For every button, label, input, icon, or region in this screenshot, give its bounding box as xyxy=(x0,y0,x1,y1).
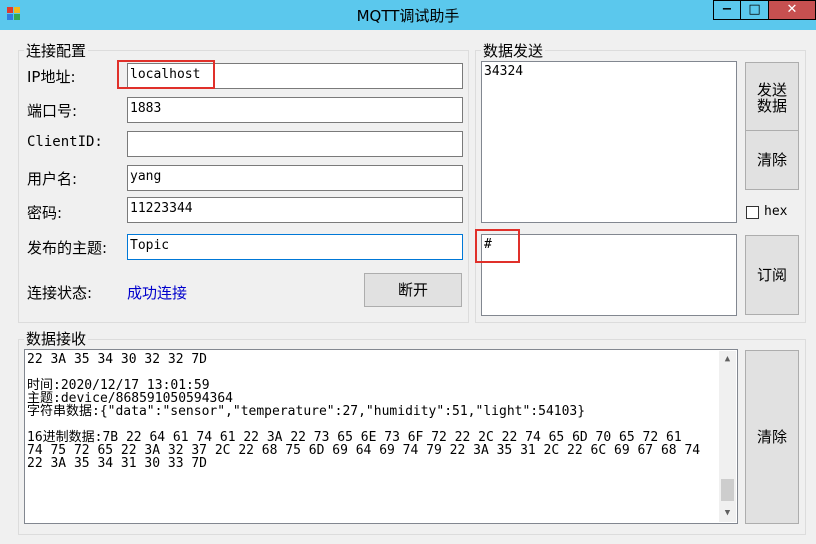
status-value: 成功连接 xyxy=(127,284,188,302)
clientid-label: ClientID: xyxy=(27,134,103,150)
topic-input[interactable]: Topic xyxy=(127,234,463,260)
scrollbar-thumb[interactable] xyxy=(721,479,734,502)
ip-highlight-box xyxy=(117,60,215,89)
receive-textarea[interactable]: 22 3A 35 34 30 32 32 7D 时间:2020/12/17 13:… xyxy=(24,349,738,524)
username-input[interactable]: yang xyxy=(127,165,463,191)
window-title: MQTT调试助手 xyxy=(356,7,460,25)
receive-line: 22 3A 35 34 31 30 33 7D xyxy=(27,456,208,471)
ip-label: IP地址: xyxy=(27,68,76,86)
minimize-button[interactable]: − xyxy=(713,0,741,20)
send-data-button[interactable]: 发送 数据 xyxy=(745,62,799,133)
scroll-up-icon[interactable]: ▲ xyxy=(719,351,736,368)
send-clear-button[interactable]: 清除 xyxy=(745,130,799,190)
username-label: 用户名: xyxy=(27,170,78,188)
send-button-line2: 数据 xyxy=(756,96,787,115)
receive-clear-button[interactable]: 清除 xyxy=(745,350,799,524)
clientid-input[interactable] xyxy=(127,131,463,157)
disconnect-button[interactable]: 断开 xyxy=(364,273,462,307)
status-label: 连接状态: xyxy=(27,284,93,302)
subscribe-highlight-box xyxy=(475,229,520,263)
subscribe-button[interactable]: 订阅 xyxy=(745,235,799,315)
hex-checkbox[interactable] xyxy=(746,206,759,219)
receive-scrollbar[interactable]: ▲ ▼ xyxy=(719,351,736,522)
title-bar: MQTT调试助手 xyxy=(0,0,816,30)
connection-group-title: 连接配置 xyxy=(24,40,89,61)
send-button-line1: 发送 xyxy=(756,80,787,99)
port-input[interactable]: 1883 xyxy=(127,97,463,123)
topic-label: 发布的主题: xyxy=(27,239,108,257)
port-label: 端口号: xyxy=(27,102,78,120)
maximize-button[interactable]: □ xyxy=(740,0,769,20)
send-group-title: 数据发送 xyxy=(481,40,546,61)
scroll-down-icon[interactable]: ▼ xyxy=(719,505,736,522)
password-label: 密码: xyxy=(27,204,63,222)
hex-label: hex xyxy=(764,204,788,219)
receive-line: 22 3A 35 34 30 32 32 7D xyxy=(27,352,208,367)
close-button[interactable]: ✕ xyxy=(768,0,816,20)
password-input[interactable]: 11223344 xyxy=(127,197,463,223)
receive-line: 字符串数据:{"data":"sensor","temperature":27,… xyxy=(27,404,586,419)
send-textarea[interactable]: 34324 xyxy=(481,61,737,223)
receive-group-title: 数据接收 xyxy=(24,328,89,349)
receive-lines: 22 3A 35 34 30 32 32 7D 时间:2020/12/17 13:… xyxy=(27,353,735,470)
